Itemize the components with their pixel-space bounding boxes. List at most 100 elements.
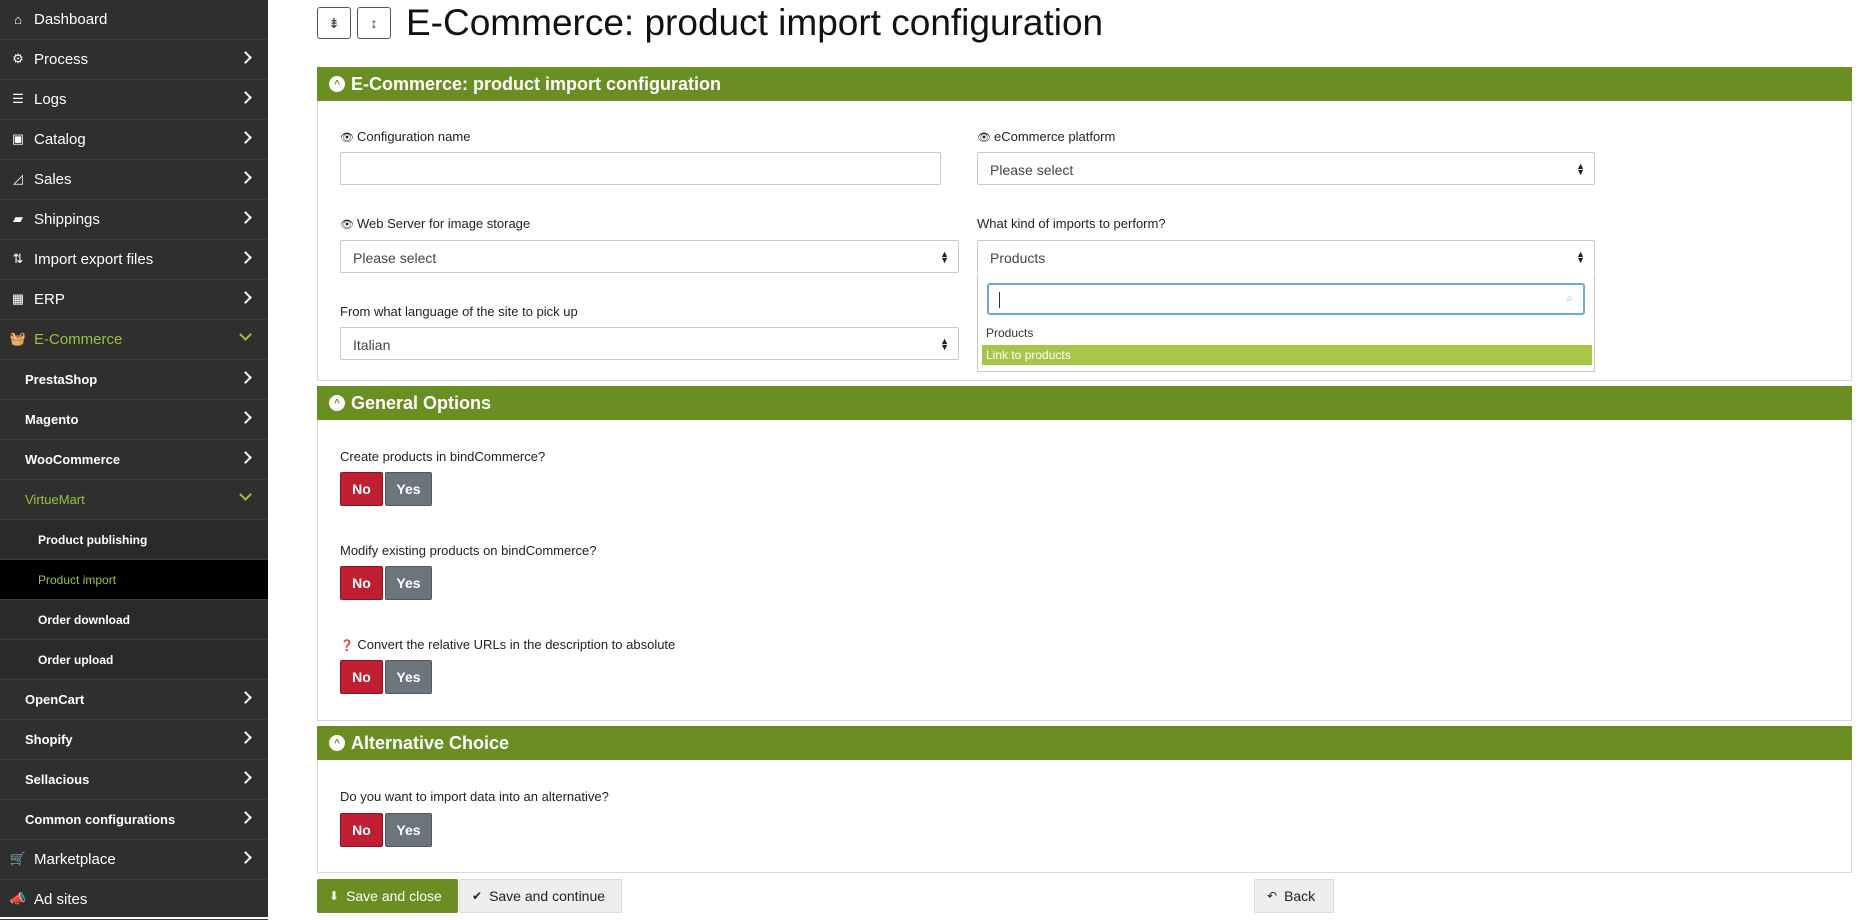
chevron-right-icon: [239, 211, 252, 224]
sidebar-item-label: Marketplace: [34, 851, 116, 868]
import-alternative-yes-button[interactable]: Yes: [385, 813, 432, 847]
alternative-choice-header[interactable]: ^ Alternative Choice: [317, 726, 1852, 760]
import-alternative-no-button[interactable]: No: [340, 813, 383, 847]
save-and-close-button[interactable]: ⬇ Save and close: [317, 879, 458, 913]
chevron-right-icon: [239, 51, 252, 64]
download-icon: ⬇: [329, 889, 340, 903]
sidebar-item-erp[interactable]: ▦ ERP: [0, 280, 268, 320]
sidebar-item-magento[interactable]: Magento: [0, 400, 268, 440]
sidebar-item-product-import[interactable]: Product import: [0, 560, 268, 600]
chevron-right-icon: [239, 131, 252, 144]
chart-icon: ◿: [13, 171, 23, 186]
sidebar-item-label: OpenCart: [25, 692, 85, 707]
sidebar-item-virtuemart[interactable]: VirtueMart: [0, 480, 268, 520]
sidebar-item-label: Shippings: [34, 211, 100, 228]
sidebar-item-sales[interactable]: ◿ Sales: [0, 160, 268, 200]
sidebar-item-ecommerce[interactable]: 🧺 E-Commerce: [0, 320, 268, 360]
modify-products-yes-button[interactable]: Yes: [385, 566, 432, 600]
chevron-right-icon: [239, 371, 252, 384]
chevron-right-icon: [239, 171, 252, 184]
create-products-no-button[interactable]: No: [340, 472, 383, 506]
back-button[interactable]: ↶ Back: [1254, 879, 1334, 913]
sidebar-item-prestashop[interactable]: PrestaShop: [0, 360, 268, 400]
sort-arrows-icon: ▲ ▼: [940, 336, 949, 352]
sidebar-item-product-publishing[interactable]: Product publishing: [0, 520, 268, 560]
building-icon: ▦: [11, 291, 25, 306]
sidebar-item-marketplace[interactable]: 🛒 Marketplace: [0, 840, 268, 880]
process-icon: ⚙: [12, 51, 24, 66]
modify-products-no-button[interactable]: No: [340, 566, 383, 600]
sort-arrows-icon: ▲ ▼: [940, 249, 949, 265]
text-caret: [999, 292, 1000, 308]
sidebar-item-label: E-Commerce: [34, 331, 123, 348]
sort-arrows-icon: ▲ ▼: [1576, 161, 1585, 177]
platform-select[interactable]: Please select ▲ ▼: [977, 152, 1595, 185]
eye-icon: 👁: [340, 132, 354, 144]
sidebar-item-catalog[interactable]: ▣ Catalog: [0, 120, 268, 160]
dropdown-option[interactable]: Products: [982, 323, 1592, 343]
config-panel-title: E-Commerce: product import configuration: [351, 73, 722, 94]
sidebar-item-label: Magento: [25, 412, 79, 427]
chevron-up-circle-icon: ^: [329, 735, 345, 751]
cart-icon: 🛒: [9, 851, 27, 866]
sidebar-item-label: VirtueMart: [25, 492, 85, 507]
config-panel-header[interactable]: ^ E-Commerce: product import configurati…: [317, 67, 1852, 101]
sidebar-item-woocommerce[interactable]: WooCommerce: [0, 440, 268, 480]
expand-icon: ↕: [370, 15, 378, 31]
chevron-right-icon: [239, 771, 252, 784]
config-name-input[interactable]: [340, 152, 941, 185]
chevron-down-icon: [239, 328, 252, 341]
chevron-right-icon: [239, 691, 252, 704]
sidebar-item-shippings[interactable]: ▰ Shippings: [0, 200, 268, 240]
truck-icon: ▰: [13, 211, 23, 226]
sidebar-item-sellacious[interactable]: Sellacious: [0, 760, 268, 800]
sort-icon: ⇅: [12, 251, 24, 266]
imports-dropdown: ⌕ Products Link to products: [977, 274, 1595, 372]
chevron-right-icon: [239, 451, 252, 464]
chevron-right-icon: [239, 811, 252, 824]
general-options-header[interactable]: ^ General Options: [317, 386, 1852, 420]
back-hand-icon: ↶: [1267, 889, 1278, 903]
basket-icon: 🧺: [9, 331, 27, 346]
sidebar-item-label: Order download: [38, 613, 131, 627]
home-icon: ⌂: [14, 11, 22, 27]
check-circle-icon: ✔: [472, 889, 483, 903]
sidebar: ⌂ Dashboard ⚙ Process ☰ Logs ▣ Catalog ◿…: [0, 0, 268, 920]
imports-label: What kind of imports to perform?: [977, 216, 1166, 231]
create-products-yes-button[interactable]: Yes: [385, 472, 432, 506]
sidebar-item-ad-sites[interactable]: 📣 Ad sites: [0, 880, 268, 920]
convert-urls-no-button[interactable]: No: [340, 660, 383, 694]
dropdown-option-highlighted[interactable]: Link to products: [982, 345, 1592, 365]
eye-icon: 👁: [340, 219, 354, 231]
webserver-select[interactable]: Please select ▲ ▼: [340, 240, 959, 273]
chevron-right-icon: [239, 411, 252, 424]
import-alternative-label: Do you want to import data into an alter…: [340, 789, 609, 804]
chevron-down-icon: [239, 488, 252, 501]
save-and-continue-button[interactable]: ✔ Save and continue: [459, 879, 622, 913]
create-products-label: Create products in bindCommerce?: [340, 449, 546, 464]
sidebar-item-label: ERP: [34, 291, 65, 308]
sidebar-item-process[interactable]: ⚙ Process: [0, 40, 268, 80]
sidebar-item-logs[interactable]: ☰ Logs: [0, 80, 268, 120]
chevron-right-icon: [239, 251, 252, 264]
sidebar-item-import-export[interactable]: ⇅ Import export files: [0, 240, 268, 280]
expand-all-button[interactable]: ↕: [357, 7, 391, 39]
general-options-panel: [317, 420, 1852, 721]
platform-label: 👁 eCommerce platform: [977, 129, 1116, 144]
convert-urls-yes-button[interactable]: Yes: [385, 660, 432, 694]
sidebar-item-common-configurations[interactable]: Common configurations: [0, 800, 268, 840]
sidebar-item-order-download[interactable]: Order download: [0, 600, 268, 640]
language-select[interactable]: Italian ▲ ▼: [340, 327, 959, 360]
sidebar-item-dashboard[interactable]: ⌂ Dashboard: [0, 0, 268, 40]
convert-urls-label: ❓ Convert the relative URLs in the descr…: [340, 637, 676, 652]
collapse-all-button[interactable]: ⇟: [317, 7, 351, 39]
page-title: E-Commerce: product import configuration: [406, 2, 1104, 43]
general-options-title: General Options: [351, 392, 492, 413]
dropdown-search-input[interactable]: ⌕: [987, 283, 1585, 315]
sidebar-item-opencart[interactable]: OpenCart: [0, 680, 268, 720]
imports-select[interactable]: Products ▲ ▼: [977, 240, 1595, 273]
sidebar-item-shopify[interactable]: Shopify: [0, 720, 268, 760]
sidebar-item-label: Sales: [34, 171, 72, 188]
sidebar-item-label: Ad sites: [34, 891, 88, 908]
sidebar-item-order-upload[interactable]: Order upload: [0, 640, 268, 680]
